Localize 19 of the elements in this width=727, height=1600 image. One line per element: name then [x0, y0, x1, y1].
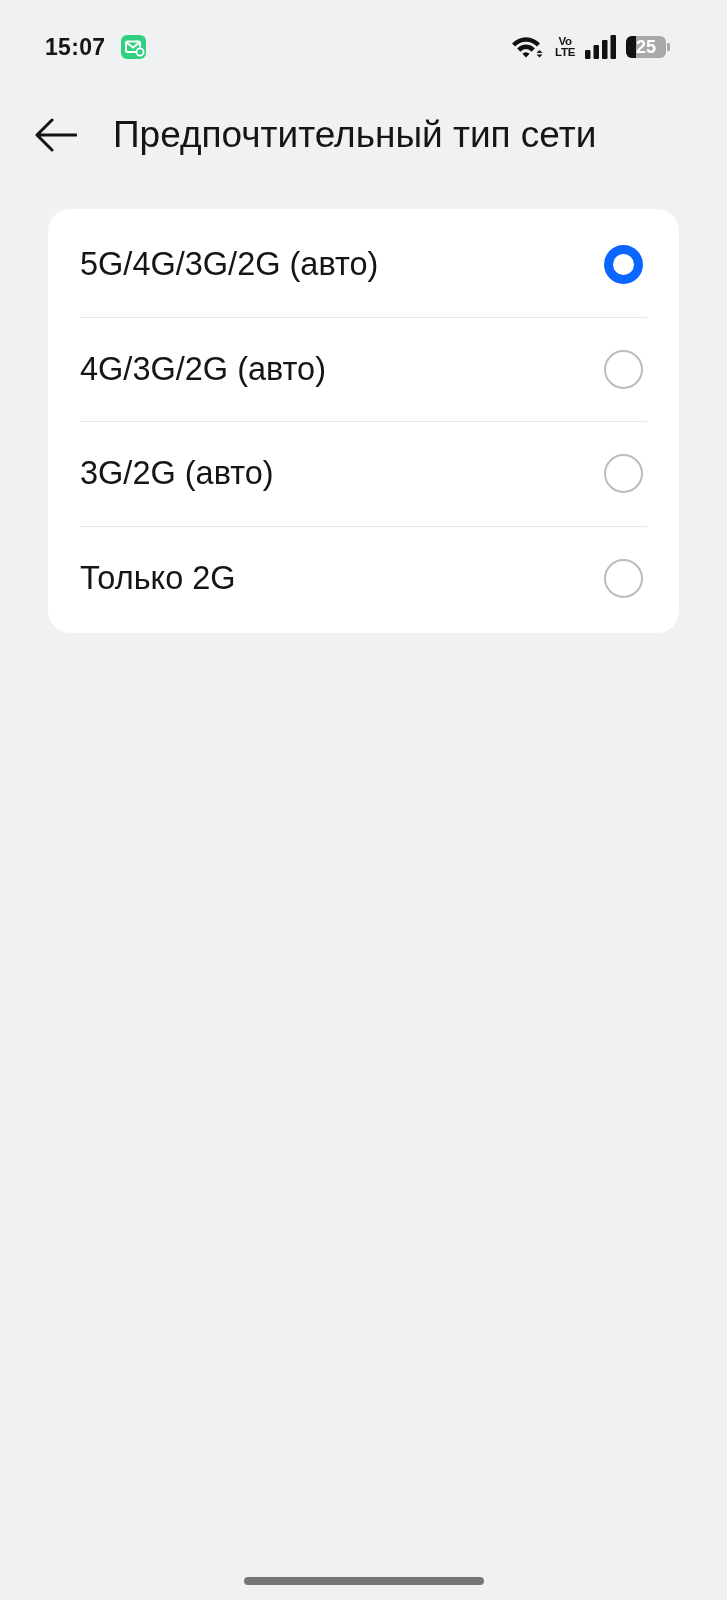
back-arrow-icon	[35, 118, 77, 152]
option-label[interactable]: Только 2G	[80, 558, 236, 598]
page-title: Предпочтительный тип сети	[113, 112, 597, 157]
volte-label: LTE	[555, 47, 575, 58]
radio-button[interactable]	[604, 454, 643, 494]
radio-button[interactable]	[604, 349, 643, 389]
status-time: 15:07	[45, 35, 106, 59]
radio-button[interactable]	[604, 244, 643, 284]
option-label[interactable]: 3G/2G (авто)	[80, 454, 274, 494]
option-label[interactable]: 5G/4G/3G/2G (авто)	[80, 244, 379, 284]
battery-icon	[626, 36, 670, 58]
envelope-icon	[121, 35, 147, 59]
radio-button[interactable]	[604, 558, 643, 598]
home-indicator[interactable]	[243, 1577, 484, 1585]
signal-icon	[585, 35, 616, 59]
volte-label: Vo	[558, 36, 572, 47]
battery-percent: 25	[636, 38, 656, 56]
back-button[interactable]	[35, 118, 77, 152]
option-label[interactable]: 4G/3G/2G (авто)	[80, 349, 327, 389]
